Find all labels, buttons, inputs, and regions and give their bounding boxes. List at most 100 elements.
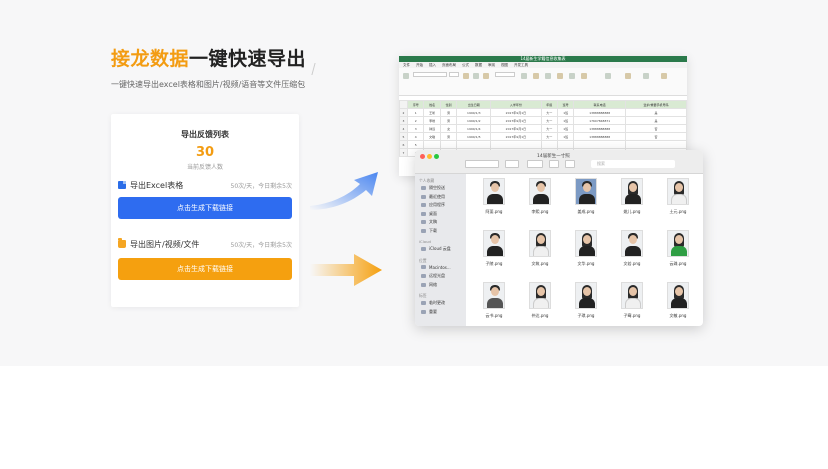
number-format-select[interactable] xyxy=(495,72,515,77)
media-generate-link-button[interactable]: 点击生成下载链接 xyxy=(118,258,292,280)
sidebar-item[interactable]: 远程光盘 xyxy=(421,273,445,279)
table-cell[interactable] xyxy=(490,140,542,149)
sidebar-item[interactable]: 文稿 xyxy=(421,219,437,225)
font-select[interactable] xyxy=(413,72,447,77)
group-button[interactable] xyxy=(505,160,519,168)
delete-icon[interactable] xyxy=(569,73,575,79)
sidebar-item[interactable]: 重要 xyxy=(421,309,437,315)
table-cell[interactable]: 2 xyxy=(406,116,425,125)
align-icon[interactable] xyxy=(473,73,479,79)
file-item[interactable]: 文华.png xyxy=(566,230,606,267)
table-cell[interactable]: 3 xyxy=(406,124,425,133)
table-cell[interactable]: 2017年9月1日 xyxy=(490,116,542,125)
file-item[interactable]: 云书.png xyxy=(474,282,514,319)
file-item[interactable]: 姚儿.png xyxy=(612,178,652,215)
chart-icon[interactable] xyxy=(661,73,667,79)
sidebar-item[interactable]: 应用程序 xyxy=(421,202,445,208)
file-item[interactable]: 姜成.png xyxy=(566,178,606,215)
action-button[interactable] xyxy=(527,160,543,168)
view-mode-buttons[interactable] xyxy=(465,160,499,168)
sidebar-item[interactable]: 下载 xyxy=(421,228,437,234)
table-cell[interactable]: 1班 xyxy=(556,116,575,125)
wrap-icon[interactable] xyxy=(483,73,489,79)
table-cell[interactable]: 1 xyxy=(406,108,425,117)
file-item[interactable]: 李熙.png xyxy=(520,178,560,215)
sidebar-item[interactable]: 桌面 xyxy=(421,211,437,217)
file-item[interactable]: 子陵.png xyxy=(474,230,514,267)
conditional-format-icon[interactable] xyxy=(533,73,539,79)
sidebar-item[interactable]: iCloud 云盘 xyxy=(421,246,451,252)
sum-icon[interactable] xyxy=(605,73,611,79)
table-cell[interactable]: 是 xyxy=(624,108,687,117)
file-item[interactable]: 文敏.png xyxy=(658,282,698,319)
table-cell[interactable]: 大一 xyxy=(540,124,558,133)
sidebar-item[interactable]: 网络 xyxy=(421,282,437,288)
table-cell[interactable]: 4 xyxy=(406,132,425,141)
file-item[interactable]: 文筑.png xyxy=(520,230,560,267)
table-cell[interactable]: 男 xyxy=(439,108,458,117)
table-cell[interactable]: 17607848871 xyxy=(573,116,626,125)
sort-icon[interactable] xyxy=(625,73,631,79)
format-icon[interactable] xyxy=(581,73,587,79)
table-cell[interactable]: 2017年9月1日 xyxy=(490,132,542,141)
table-cell[interactable]: 王昕 xyxy=(423,108,441,117)
table-cell[interactable]: 1990/1/5 xyxy=(456,132,492,141)
table-cell[interactable]: 1班 xyxy=(556,108,575,117)
table-format-icon[interactable] xyxy=(545,73,551,79)
share-button[interactable] xyxy=(549,160,559,168)
sidebar-item[interactable]: Macintos... xyxy=(421,265,451,270)
table-cell[interactable] xyxy=(423,140,441,149)
file-item[interactable]: 仲达.png xyxy=(520,282,560,319)
find-icon[interactable] xyxy=(643,73,649,79)
table-cell[interactable] xyxy=(573,140,626,149)
table-cell[interactable]: 1班 xyxy=(556,124,575,133)
bold-icon[interactable] xyxy=(463,73,469,79)
table-cell[interactable]: 钟远 xyxy=(423,124,441,133)
table-cell[interactable]: 1班 xyxy=(556,132,575,141)
file-item[interactable]: 云珠.png xyxy=(658,230,698,267)
table-cell[interactable]: 1990/1/4 xyxy=(456,124,492,133)
sidebar-item[interactable]: 隔空投送 xyxy=(421,185,445,191)
table-cell[interactable] xyxy=(456,140,492,149)
table-cell[interactable]: 13888888888 xyxy=(573,124,626,133)
excel-generate-link-button[interactable]: 点击生成下载链接 xyxy=(118,197,292,219)
table-cell[interactable] xyxy=(439,140,458,149)
table-cell[interactable]: 大一 xyxy=(540,116,558,125)
percent-icon[interactable] xyxy=(521,73,527,79)
table-cell[interactable]: 李晗 xyxy=(423,116,441,125)
table-cell[interactable] xyxy=(624,140,687,149)
file-item[interactable]: 子骞.png xyxy=(612,282,652,319)
table-cell[interactable] xyxy=(540,140,558,149)
file-item[interactable]: 子琪.png xyxy=(566,282,606,319)
table-cell[interactable]: 13888888888 xyxy=(573,132,626,141)
table-cell[interactable]: 女 xyxy=(439,124,458,133)
minimize-window-icon[interactable] xyxy=(427,154,432,159)
table-cell[interactable]: 男 xyxy=(439,116,458,125)
zoom-window-icon[interactable] xyxy=(434,154,439,159)
file-item[interactable]: 阿斐.png xyxy=(474,178,514,215)
table-cell[interactable]: 5 xyxy=(406,140,425,149)
table-cell[interactable]: 2017年9月1日 xyxy=(490,124,542,133)
file-item[interactable]: 文若.png xyxy=(612,230,652,267)
font-size-select[interactable] xyxy=(449,72,459,77)
table-cell[interactable]: 大一 xyxy=(540,132,558,141)
insert-icon[interactable] xyxy=(557,73,563,79)
table-cell[interactable]: 否 xyxy=(624,132,687,141)
table-cell[interactable]: 否 xyxy=(624,124,687,133)
table-cell[interactable]: 2017年9月1日 xyxy=(490,108,542,117)
paste-icon[interactable] xyxy=(403,73,409,79)
table-cell[interactable] xyxy=(556,140,575,149)
tag-button[interactable] xyxy=(565,160,575,168)
sidebar-item[interactable]: 最近使用 xyxy=(421,194,445,200)
table-cell[interactable]: 大一 xyxy=(540,108,558,117)
sidebar-item[interactable]: 临时更改 xyxy=(421,300,445,306)
table-cell[interactable]: 是 xyxy=(624,116,687,125)
finder-search-input[interactable]: 搜索 xyxy=(591,160,675,168)
file-item[interactable]: 土元.png xyxy=(658,178,698,215)
table-cell[interactable]: 1990/1/2 xyxy=(456,116,492,125)
table-cell[interactable]: 男 xyxy=(439,132,458,141)
table-cell[interactable]: 1990/1/3 xyxy=(456,108,492,117)
table-cell[interactable]: 文敏 xyxy=(423,132,441,141)
close-window-icon[interactable] xyxy=(420,154,425,159)
table-cell[interactable]: 13888888888 xyxy=(573,108,626,117)
